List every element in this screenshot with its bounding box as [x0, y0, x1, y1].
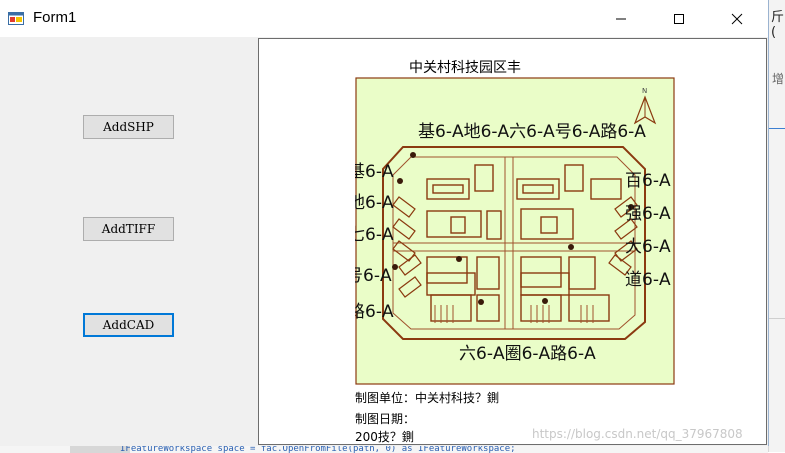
map-footer-year: 200技？鍘: [355, 430, 414, 444]
maximize-button[interactable]: [656, 0, 702, 37]
map-label-left-4: 号6-A: [355, 266, 392, 286]
close-button[interactable]: [714, 0, 760, 37]
map-label-left-3: 七6-A: [355, 225, 394, 245]
background-text: 增: [772, 72, 785, 86]
minimize-icon: [616, 18, 626, 19]
map-label-right-4: 道6-A: [625, 270, 671, 290]
map-footer-date: 制图日期：: [355, 412, 416, 426]
map-label-right-3: 大6-A: [625, 237, 671, 257]
map-label-right-2: 强6-A: [625, 204, 671, 224]
map-label-left-5: 路6-A: [355, 302, 394, 322]
title-bar[interactable]: Form1: [0, 0, 768, 37]
watermark-text: https://blog.csdn.net/qq_37967808: [532, 427, 743, 441]
close-icon: [731, 13, 743, 24]
add-shp-button[interactable]: AddSHP: [83, 115, 174, 139]
map-label-left-1: 基6-A: [355, 162, 394, 182]
add-tiff-button[interactable]: AddTIFF: [83, 217, 174, 241]
form-window: Form1 AddSHP AddTIFF AddCAD 中关村科技园区丰 N 基…: [0, 0, 769, 446]
map-label-top: 基6-A地6-A六6-A号6-A路6-A: [418, 122, 646, 142]
map-label-bottom: 六6-A圈6-A路6-A: [459, 344, 596, 364]
minimize-button[interactable]: [598, 0, 644, 37]
background-divider: [769, 128, 785, 129]
background-text: 斤(: [771, 10, 785, 40]
north-label: N: [642, 87, 647, 95]
add-cad-button[interactable]: AddCAD: [83, 313, 174, 337]
cad-map-drawing: N 基6-A地6-A六6-A号6-A路6-A 基6-A 地6-A 七6-A 号6…: [355, 77, 675, 385]
map-footer-unit: 制图单位：中关村科技？鍘: [355, 391, 500, 405]
maximize-icon: [674, 13, 684, 24]
map-title: 中关村科技园区丰: [409, 60, 521, 76]
window-title: Form1: [33, 9, 77, 26]
background-app-strip: 斤( 增: [768, 0, 785, 452]
map-label-right-1: 百6-A: [625, 171, 671, 191]
background-divider: [769, 318, 785, 319]
app-form-icon: [8, 12, 24, 25]
map-control[interactable]: 中关村科技园区丰 N 基6-A地6-A六6-A号6-A路6-A 基6-A 地6-…: [258, 38, 767, 445]
map-label-left-2: 地6-A: [355, 193, 394, 213]
